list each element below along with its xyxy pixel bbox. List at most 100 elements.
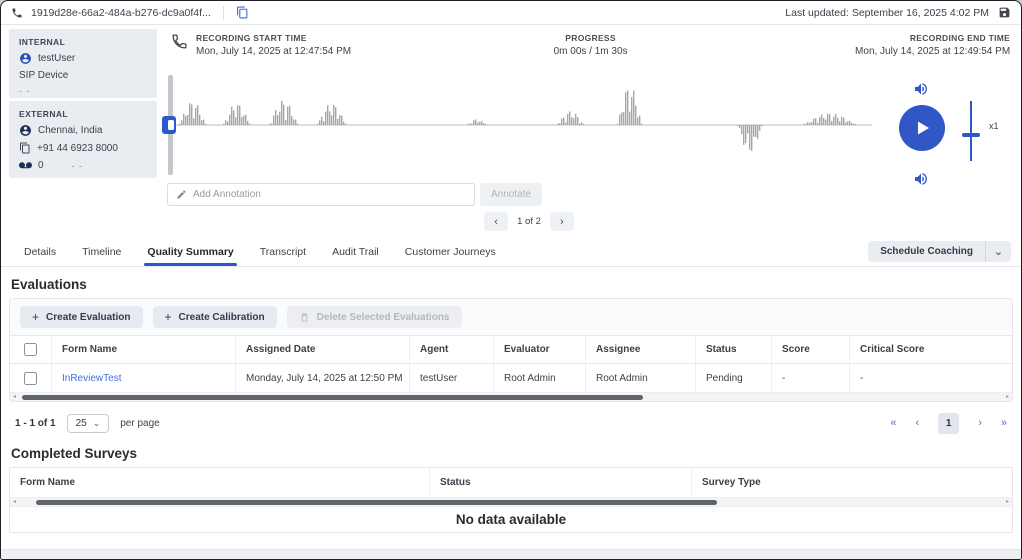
surveys-header-row: Form Name Status Survey Type (10, 468, 1012, 497)
surveys-card: Form Name Status Survey Type ◂ ▸ No data… (9, 467, 1013, 533)
col-evaluator: Evaluator (494, 336, 586, 363)
external-participant-card: EXTERNAL Chennai, India +91 44 6923 8000 (9, 101, 157, 178)
external-volume-icon[interactable] (913, 171, 929, 187)
scroll-left-icon[interactable]: ◂ (13, 498, 16, 507)
phone-number-icon (19, 142, 31, 154)
create-evaluation-button[interactable]: + Create Evaluation (20, 306, 143, 328)
internal-volume-icon[interactable] (913, 81, 929, 97)
pagination-range: 1 - 1 of 1 (15, 418, 56, 429)
pencil-icon (176, 189, 187, 200)
select-all-checkbox[interactable] (24, 343, 37, 356)
last-page-icon[interactable]: » (1001, 417, 1007, 429)
col-assigned-date: Assigned Date (236, 336, 410, 363)
external-location: Chennai, India (38, 125, 103, 136)
plus-icon: + (165, 310, 172, 324)
tab-audit-trail[interactable]: Audit Trail (319, 237, 392, 266)
col-score: Score (772, 336, 850, 363)
annotation-input[interactable] (193, 189, 466, 200)
voicemail-icon (19, 159, 32, 172)
end-time-value: Mon, July 14, 2025 at 12:49:54 PM (855, 46, 1010, 57)
surveys-hscrollbar[interactable]: ◂ ▸ (10, 497, 1012, 506)
start-time-label: RECORDING START TIME (196, 33, 351, 43)
wave-pagination: ‹ 1 of 2 › (157, 212, 901, 231)
external-user-icon (19, 124, 32, 137)
save-icon[interactable] (998, 6, 1011, 19)
trash-icon (299, 312, 310, 323)
evaluations-pagination: 1 - 1 of 1 25 ⌄ per page « ‹ 1 › » (9, 402, 1013, 444)
voicemail-count: 0 (38, 160, 44, 171)
next-page-icon[interactable]: › (978, 417, 982, 429)
internal-label: INTERNAL (19, 37, 147, 47)
scroll-right-icon[interactable]: ▸ (1006, 498, 1009, 507)
playhead-handle[interactable] (162, 116, 176, 134)
col-agent: Agent (410, 336, 494, 363)
progress-label: PROGRESS (554, 33, 628, 43)
per-page-label: per page (120, 418, 159, 429)
annotate-button[interactable]: Annotate (480, 183, 542, 206)
cell-critical-score: - (850, 364, 1012, 392)
call-icon (11, 7, 23, 19)
delete-selected-button[interactable]: Delete Selected Evaluations (287, 306, 462, 328)
surveys-title: Completed Surveys (11, 446, 1013, 461)
plus-icon: + (32, 310, 39, 324)
tab-timeline[interactable]: Timeline (69, 237, 134, 266)
evaluation-table-row: InReviewTest Monday, July 14, 2025 at 12… (10, 364, 1012, 392)
participants-panel: INTERNAL testUser SIP Device - - EXTERNA… (9, 29, 157, 237)
speed-slider-handle[interactable] (962, 133, 980, 137)
col-assignee: Assignee (586, 336, 696, 363)
times-row: RECORDING START TIME Mon, July 14, 2025 … (157, 29, 1021, 57)
annotation-input-wrap (167, 183, 475, 206)
quality-summary-content: Evaluations + Create Evaluation + Create… (1, 277, 1021, 533)
scrollbar-thumb[interactable] (22, 395, 643, 400)
speed-slider[interactable] (961, 101, 981, 161)
scrollbar-thumb[interactable] (36, 500, 717, 505)
schedule-coaching-label[interactable]: Schedule Coaching (868, 241, 985, 262)
create-calibration-button[interactable]: + Create Calibration (153, 306, 277, 328)
current-page[interactable]: 1 (938, 413, 959, 434)
tab-quality-summary[interactable]: Quality Summary (134, 237, 246, 266)
no-data-message: No data available (10, 506, 1012, 532)
play-button[interactable] (899, 105, 945, 151)
tab-details[interactable]: Details (11, 237, 69, 266)
first-page-icon[interactable]: « (890, 417, 896, 429)
col-survey-status: Status (430, 468, 692, 497)
player-main: RECORDING START TIME Mon, July 14, 2025 … (157, 29, 1021, 237)
topbar: 1919d28e-66a2-484a-b276-dc9a0f4f... Last… (1, 1, 1021, 25)
col-survey-form-name: Form Name (10, 468, 430, 497)
prev-page-icon[interactable]: ‹ (484, 212, 508, 231)
internal-device: SIP Device (19, 70, 147, 81)
next-page-icon[interactable]: › (550, 212, 574, 231)
scroll-left-icon[interactable]: ◂ (13, 393, 16, 402)
player-section: INTERNAL testUser SIP Device - - EXTERNA… (1, 25, 1021, 237)
external-detail: - - (72, 161, 84, 171)
col-form-name: Form Name (52, 336, 236, 363)
cell-evaluator: Root Admin (494, 364, 586, 392)
tab-transcript[interactable]: Transcript (247, 237, 319, 266)
cell-score: - (772, 364, 850, 392)
copy-id-icon[interactable] (236, 6, 249, 19)
scroll-right-icon[interactable]: ▸ (1006, 393, 1009, 402)
evaluation-form-link[interactable]: InReviewTest (62, 373, 121, 384)
evaluations-toolbar: + Create Evaluation + Create Calibration… (10, 299, 1012, 335)
tab-customer-journeys[interactable]: Customer Journeys (392, 237, 509, 266)
prev-page-icon[interactable]: ‹ (916, 417, 920, 429)
evaluations-title: Evaluations (11, 277, 1013, 292)
cell-assignee: Root Admin (586, 364, 696, 392)
last-updated: Last updated: September 16, 2025 4:02 PM (785, 7, 989, 19)
row-checkbox[interactable] (24, 372, 37, 385)
divider (223, 6, 224, 20)
evaluations-hscrollbar[interactable]: ◂ ▸ (10, 392, 1012, 401)
page-size-select[interactable]: 25 ⌄ (67, 414, 110, 433)
internal-user-icon (19, 52, 32, 65)
annotation-row: Annotate (167, 183, 542, 206)
evaluations-card: + Create Evaluation + Create Calibration… (9, 298, 1013, 402)
schedule-coaching-button[interactable]: Schedule Coaching ⌄ (868, 241, 1011, 262)
waveform[interactable] (167, 83, 872, 167)
tabs-row: Details Timeline Quality Summary Transcr… (1, 237, 1021, 267)
col-critical-score: Critical Score (850, 336, 1012, 363)
internal-detail: - - (19, 86, 147, 96)
start-time-value: Mon, July 14, 2025 at 12:47:54 PM (196, 46, 351, 57)
footer-strip (1, 549, 1021, 559)
recording-id: 1919d28e-66a2-484a-b276-dc9a0f4f... (31, 7, 211, 19)
chevron-down-icon[interactable]: ⌄ (985, 241, 1011, 262)
